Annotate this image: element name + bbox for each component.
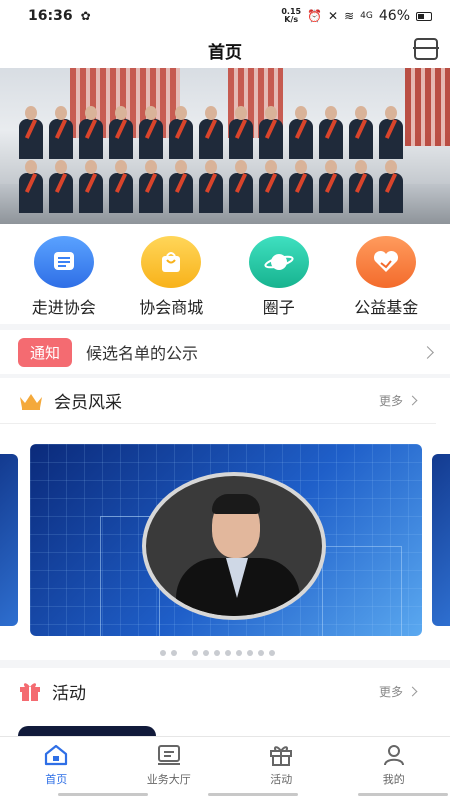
user-icon	[383, 745, 404, 766]
activity-section: 活动 更多	[0, 668, 450, 746]
quick-menu: 走进协会 协会商城 圈子 公益基金	[0, 224, 450, 324]
photo-person	[138, 158, 164, 213]
more-label: 更多	[378, 684, 403, 699]
section-title: 会员风采	[54, 393, 122, 413]
more-link[interactable]: 更多	[378, 392, 418, 409]
section-header: 会员风采 更多	[0, 378, 436, 424]
photo-person	[378, 104, 404, 159]
tab-label: 活动	[270, 773, 293, 786]
status-bar: 16:36 ✿ 0.15 K/s ⏰ ✕ ≋ 4G 46%	[0, 0, 450, 32]
status-time: 16:36	[28, 8, 73, 24]
more-link[interactable]: 更多	[378, 683, 418, 700]
photo-person	[78, 158, 104, 213]
group-photo	[18, 104, 420, 224]
photo-person	[258, 158, 284, 213]
quick-item-mall[interactable]: 协会商城	[121, 236, 221, 324]
tab-activity[interactable]: 活动	[225, 737, 338, 800]
tab-home[interactable]: 首页	[0, 737, 113, 800]
photo-person	[288, 158, 314, 213]
gift-icon	[270, 746, 293, 766]
bottom-tab-bar: 首页 业务大厅 活动 我的	[0, 736, 450, 800]
quick-item-label: 协会商城	[139, 298, 204, 317]
photo-person	[168, 104, 194, 159]
banner-image[interactable]	[0, 68, 450, 224]
quick-item-circle[interactable]: 圈子	[229, 236, 329, 324]
scan-icon[interactable]	[413, 38, 439, 60]
member-carousel[interactable]	[0, 444, 450, 636]
quick-item-charity[interactable]: 公益基金	[336, 236, 436, 324]
photo-person	[288, 104, 314, 159]
app-header: 首页	[0, 32, 450, 68]
alarm-icon: ⏰	[307, 9, 323, 23]
photo-person	[168, 158, 194, 213]
photo-person	[348, 104, 374, 159]
photo-person	[378, 158, 404, 213]
member-portrait	[142, 472, 326, 620]
tab-label: 首页	[45, 773, 68, 786]
section-header: 活动 更多	[0, 668, 436, 714]
battery-icon	[416, 11, 432, 21]
member-showcase-section: 会员风采 更多	[0, 378, 450, 660]
more-label: 更多	[378, 394, 403, 408]
photo-person	[18, 158, 44, 213]
photo-person	[228, 158, 254, 213]
tab-label: 我的	[382, 773, 405, 786]
net-speed: 0.15 K/s	[281, 7, 302, 24]
signal-label: 4G	[360, 11, 373, 21]
carousel-prev-slide[interactable]	[0, 454, 18, 626]
carousel-slide[interactable]	[30, 444, 422, 636]
photo-person	[138, 104, 164, 159]
photo-person	[348, 158, 374, 213]
photo-person	[48, 104, 74, 159]
photo-person	[198, 104, 224, 159]
tab-mine[interactable]: 我的	[338, 737, 450, 800]
photo-person	[18, 104, 44, 159]
tab-service-hall[interactable]: 业务大厅	[113, 737, 226, 800]
crown-icon	[20, 393, 42, 410]
service-hall-icon	[157, 745, 180, 765]
document-icon	[33, 236, 94, 288]
quick-item-about[interactable]: 走进协会	[14, 236, 114, 324]
notice-text: 候选名单的公示	[86, 344, 199, 363]
photo-person	[228, 104, 254, 159]
photo-person	[108, 158, 134, 213]
battery-percent: 46%	[378, 8, 410, 24]
notice-bar[interactable]: 通知 候选名单的公示	[0, 330, 450, 374]
section-title: 活动	[52, 683, 86, 704]
notification-icon: ✿	[80, 9, 91, 23]
mute-icon: ✕	[328, 9, 339, 23]
shopping-bag-icon	[141, 236, 202, 288]
photo-person	[108, 104, 134, 159]
photo-person	[78, 104, 104, 159]
chevron-right-icon	[421, 345, 434, 359]
tab-label: 业务大厅	[146, 773, 191, 786]
planet-icon	[248, 236, 309, 288]
photo-person	[258, 104, 284, 159]
quick-item-label: 圈子	[262, 298, 295, 317]
wifi-icon: ≋	[344, 9, 355, 23]
photo-person	[318, 104, 344, 159]
photo-person	[318, 158, 344, 213]
home-icon	[45, 744, 68, 766]
system-nav-bar	[58, 793, 448, 796]
heart-hand-icon	[356, 236, 417, 288]
photo-person	[198, 158, 224, 213]
home-page: 16:36 ✿ 0.15 K/s ⏰ ✕ ≋ 4G 46% 首页 走进协会 协会…	[0, 0, 450, 800]
carousel-indicator	[160, 650, 275, 656]
carousel-next-slide[interactable]	[432, 454, 450, 626]
quick-item-label: 公益基金	[354, 298, 419, 317]
notice-tag: 通知	[18, 337, 73, 367]
page-title: 首页	[208, 42, 242, 63]
quick-item-label: 走进协会	[31, 298, 96, 317]
chevron-right-icon	[407, 395, 418, 406]
gift-icon	[20, 683, 40, 701]
chevron-right-icon	[407, 686, 418, 696]
photo-person	[48, 158, 74, 213]
